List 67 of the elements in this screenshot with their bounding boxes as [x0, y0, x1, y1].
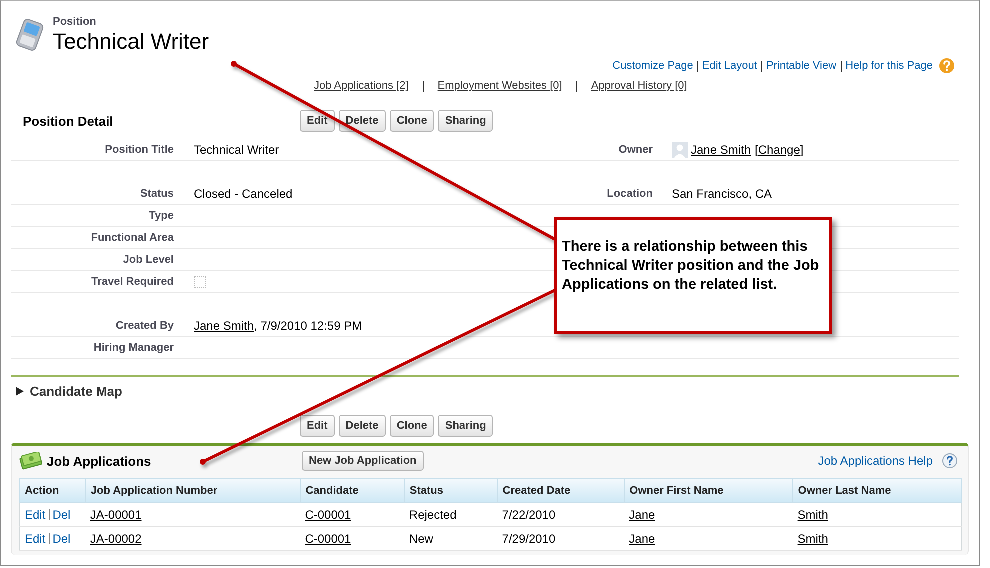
column-header: Status	[404, 478, 498, 502]
action-button[interactable]: Sharing	[438, 415, 494, 437]
related-list-link[interactable]: Approval History [0]	[591, 80, 688, 92]
page-link[interactable]: Help for this Page	[846, 60, 933, 72]
field-value: , 7/9/2010 12:59 PM	[254, 318, 362, 332]
row-action-link[interactable]: Del	[52, 508, 71, 522]
change-link[interactable]: [Change]	[755, 142, 804, 156]
column-header: Action	[20, 478, 86, 502]
table-link[interactable]: C-00001	[305, 532, 352, 546]
action-button[interactable]: Delete	[338, 110, 386, 132]
table-link[interactable]: JA-00002	[90, 532, 142, 546]
action-button[interactable]: Clone	[390, 415, 434, 437]
cash-icon	[19, 452, 43, 470]
field-label: Location	[607, 188, 653, 200]
field-label: Owner	[618, 144, 653, 156]
table-link[interactable]: Jane	[629, 532, 656, 546]
section-title: Position Detail	[22, 114, 114, 128]
action-button[interactable]: Edit	[300, 110, 335, 132]
column-header: Candidate	[300, 478, 404, 502]
action-button[interactable]: Clone	[390, 110, 434, 132]
table-link[interactable]: Jane	[629, 508, 656, 522]
field-value: San Francisco, CA	[672, 186, 772, 200]
field-label: Job Level	[123, 254, 174, 266]
table-link[interactable]: C-00001	[305, 508, 352, 522]
object-type: Position	[53, 16, 98, 29]
column-header: Job Application Number	[85, 478, 300, 502]
table-cell: 7/22/2010	[502, 508, 556, 522]
field-label: Type	[149, 210, 174, 222]
owner-link[interactable]: Jane Smith	[691, 142, 752, 156]
action-button[interactable]: Delete	[338, 415, 386, 437]
field-value: Closed - Canceled	[194, 186, 293, 200]
field-label: Travel Required	[91, 276, 174, 288]
record-title: Technical Writer	[53, 29, 210, 55]
column-header: Owner First Name	[624, 478, 793, 502]
table-link[interactable]: Smith	[798, 508, 828, 522]
help-link[interactable]: Job Applications Help	[818, 454, 933, 468]
related-list-link[interactable]: Job Applications [2]	[314, 80, 409, 92]
expand-triangle-icon[interactable]	[16, 386, 24, 396]
field-label: Position Title	[105, 144, 174, 156]
section-title[interactable]: Candidate Map	[30, 384, 122, 398]
callout-text: There is a relationship between this Technical Writer position and the Job Applications on the related list.	[562, 238, 820, 295]
new-button[interactable]: New Job Application	[302, 451, 424, 471]
column-header: Created Date	[497, 478, 624, 502]
related-list-link[interactable]: Employment Websites [0]	[438, 80, 562, 92]
field-label: Functional Area	[91, 232, 174, 244]
row-action-link[interactable]: Edit	[25, 508, 46, 522]
help-icon[interactable]	[942, 453, 958, 469]
table-cell: Rejected	[409, 508, 457, 522]
field-label: Status	[140, 188, 174, 200]
table-cell: New	[409, 532, 434, 546]
page-link[interactable]: Edit Layout	[702, 60, 758, 72]
field-label: Created By	[116, 320, 174, 332]
row-action-link[interactable]: Del	[52, 532, 71, 546]
page-link[interactable]: Customize Page	[612, 60, 694, 72]
avatar-icon	[672, 142, 688, 158]
page-link[interactable]: Printable View	[766, 60, 837, 72]
action-button[interactable]: Edit	[300, 415, 335, 437]
related-list-title: Job Applications	[47, 454, 152, 468]
column-header: Owner Last Name	[792, 478, 962, 502]
row-action-link[interactable]: Edit	[25, 532, 46, 546]
field-value: Technical Writer	[194, 142, 280, 156]
user-link[interactable]: Jane Smith	[194, 318, 254, 332]
table-cell: 7/29/2010	[502, 532, 556, 546]
table-link[interactable]: Smith	[798, 532, 828, 546]
table-link[interactable]: JA-00001	[90, 508, 142, 522]
action-button[interactable]: Sharing	[438, 110, 494, 132]
field-label: Hiring Manager	[94, 342, 174, 354]
